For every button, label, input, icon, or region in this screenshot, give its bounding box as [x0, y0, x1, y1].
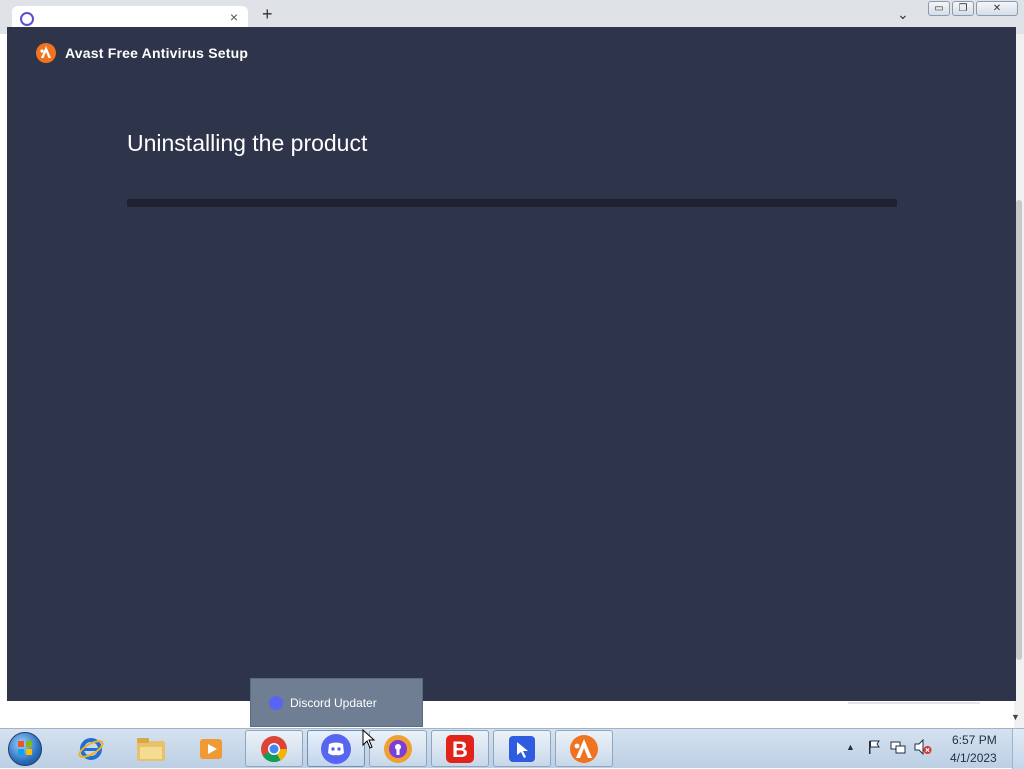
taskbar-thumbnail-popup[interactable]: Discord Updater: [250, 678, 423, 727]
svg-text:B: B: [452, 737, 468, 762]
tray-expand-icon[interactable]: ▲: [846, 742, 855, 752]
status-heading: Uninstalling the product: [127, 130, 368, 156]
media-player-icon: [200, 738, 222, 759]
avast-icon: [570, 734, 598, 763]
minimize-button[interactable]: ▭: [928, 1, 950, 16]
avast-logo-icon: [36, 43, 56, 63]
mouse-cursor-icon: [362, 729, 376, 749]
thumbnail-label[interactable]: Discord Updater: [290, 696, 377, 710]
taskbar-avast-secure-browser[interactable]: [369, 730, 427, 767]
taskbar-internet-explorer[interactable]: [62, 730, 120, 767]
chrome-icon: [261, 735, 288, 762]
close-window-button[interactable]: ✕: [976, 1, 1018, 16]
taskbar: B ▲ 6:57 PM 4/1/2023: [0, 728, 1024, 769]
scroll-down-arrow-icon[interactable]: ▼: [1011, 712, 1020, 722]
internet-explorer-icon: [78, 737, 104, 760]
windows-logo-icon: [18, 741, 32, 755]
taskbar-discord[interactable]: [307, 730, 365, 767]
clock-time[interactable]: 6:57 PM: [952, 733, 997, 747]
taskbar-bitdefender[interactable]: B: [431, 730, 489, 767]
taskbar-blue-app[interactable]: [493, 730, 551, 767]
bitdefender-icon: B: [446, 734, 474, 763]
tab-close-icon[interactable]: ×: [230, 9, 238, 25]
page-footer-line: [848, 702, 980, 704]
window-title: Avast Free Antivirus Setup: [65, 45, 249, 61]
taskbar-media-player[interactable]: [182, 730, 240, 767]
network-icon[interactable]: [890, 739, 906, 755]
restore-button[interactable]: ❐: [952, 1, 974, 16]
file-explorer-icon: [137, 737, 165, 761]
discord-icon: [269, 696, 283, 710]
tab-list-button[interactable]: ⌄: [897, 6, 909, 23]
show-desktop-button[interactable]: [1012, 729, 1024, 769]
volume-muted-icon[interactable]: [914, 739, 932, 755]
tab-favicon-icon: [20, 12, 34, 26]
clock-date[interactable]: 4/1/2023: [950, 751, 997, 765]
taskbar-file-explorer[interactable]: [122, 730, 180, 767]
avast-secure-browser-icon: [384, 734, 412, 763]
new-tab-button[interactable]: +: [262, 4, 273, 25]
taskbar-avast[interactable]: [555, 730, 613, 767]
blue-cursor-app-icon: [509, 735, 535, 762]
avast-setup-window: Avast Free Antivirus Setup Uninstalling …: [7, 27, 1016, 701]
start-button[interactable]: [6, 731, 44, 767]
discord-icon: [321, 733, 351, 764]
taskbar-chrome[interactable]: [245, 730, 303, 767]
scrollbar-thumb[interactable]: [1016, 200, 1022, 660]
action-center-flag-icon[interactable]: [866, 739, 882, 755]
uninstall-progress-bar: [127, 199, 897, 207]
